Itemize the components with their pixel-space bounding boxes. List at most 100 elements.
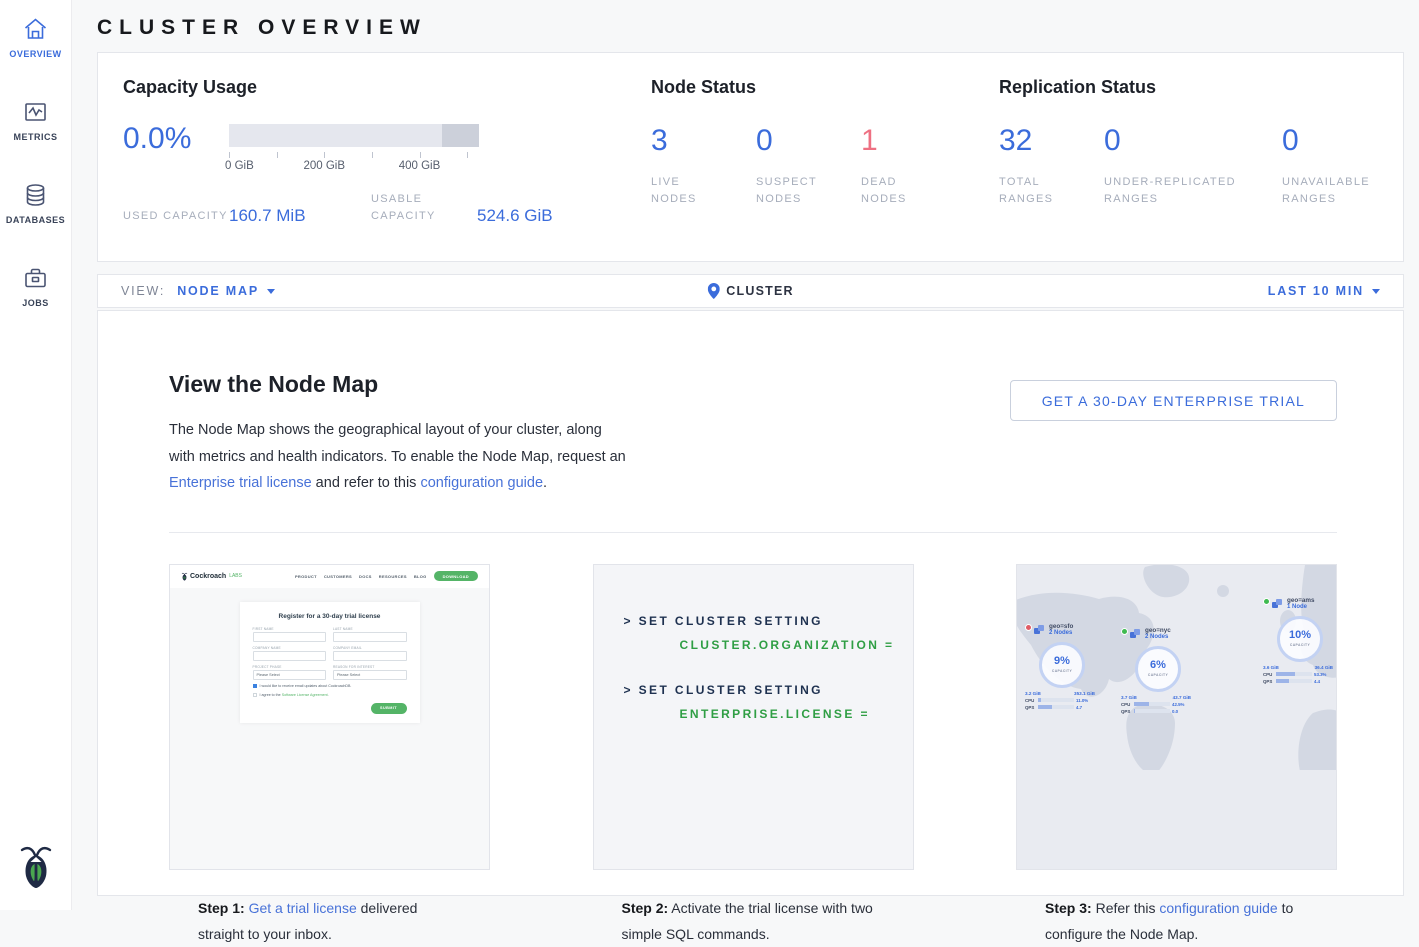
configuration-guide-link[interactable]: configuration guide: [1159, 900, 1277, 916]
sidebar-item-metrics[interactable]: METRICS: [14, 99, 58, 142]
capacity-gauge: 6% CAPACITY: [1135, 646, 1181, 692]
chevron-down-icon: [1372, 289, 1380, 294]
sidebar-item-databases[interactable]: DATABASES: [6, 182, 65, 225]
sidebar-item-label: METRICS: [14, 132, 58, 142]
breadcrumb: CLUSTER: [707, 283, 793, 299]
under-replicated-ranges-value: 0: [1104, 125, 1282, 157]
download-button-thumb: DOWNLOAD: [434, 571, 478, 581]
usable-capacity-label: USABLE CAPACITY: [371, 191, 477, 225]
node-status-section: Node Status 3 LIVE NODES 0 SUSPECT NODES…: [651, 77, 999, 261]
get-trial-license-link[interactable]: Get a trial license: [249, 900, 357, 916]
axis-label: 200 GiB: [303, 160, 345, 172]
status-dot-red: [1025, 624, 1032, 631]
axis-label: 0 GiB: [225, 160, 254, 172]
node-map-description: The Node Map shows the geographical layo…: [169, 417, 631, 497]
time-range-value: LAST 10 MIN: [1268, 284, 1364, 298]
capacity-used-percent: 0.0%: [123, 124, 229, 175]
enterprise-trial-license-link[interactable]: Enterprise trial license: [169, 475, 312, 491]
used-capacity-stat: USED CAPACITY 160.7 MiB: [123, 191, 371, 225]
step-1-caption: Step 1: Get a trial license delivered st…: [170, 869, 489, 947]
breadcrumb-label: CLUSTER: [726, 284, 793, 298]
usable-capacity-stat: USABLE CAPACITY 524.6 GiB: [371, 191, 619, 225]
step-3-card: geo=sfo 2 Nodes 9% CAPACITY 3.2 GiB 353.…: [1016, 564, 1337, 870]
sidebar-item-overview[interactable]: OVERVIEW: [9, 16, 61, 59]
sql-commands-thumbnail: > SET CLUSTER SETTING CLUSTER.ORGANIZATI…: [594, 565, 913, 869]
nodes-cube-icon: [1034, 625, 1045, 635]
step-3-caption: Step 3: Refer this configuration guide t…: [1017, 869, 1336, 947]
capacity-gauge: 10% CAPACITY: [1277, 616, 1323, 662]
jobs-icon: [22, 265, 49, 291]
main-content: CLUSTER OVERVIEW Capacity Usage 0.0%: [72, 0, 1419, 910]
locality-nyc: geo=nyc 2 Nodes 6% CAPACITY 3.7 GiB 43.7: [1121, 627, 1205, 714]
map-pin-icon: [707, 283, 719, 299]
capacity-bar-chart: 0 GiB 200 GiB 400 GiB: [229, 124, 479, 175]
section-divider: [169, 532, 1337, 533]
page-title: CLUSTER OVERVIEW: [97, 16, 1404, 40]
nodes-cube-icon: [1272, 599, 1283, 609]
sidebar-item-label: DATABASES: [6, 215, 65, 225]
capacity-axis-ticks: [229, 151, 479, 160]
capacity-bar-reserved-segment: [442, 124, 480, 147]
locality-ams: geo=ams 1 Node 10% CAPACITY 3.6 GiB 36.4: [1263, 597, 1336, 684]
status-dot-green: [1263, 598, 1270, 605]
capacity-usage-title: Capacity Usage: [123, 77, 651, 98]
node-map-title: View the Node Map: [169, 371, 631, 398]
total-ranges-stat: 32 TOTAL RANGES: [999, 125, 1104, 208]
locality-sfo: geo=sfo 2 Nodes 9% CAPACITY 3.2 GiB 353.…: [1025, 623, 1109, 710]
capacity-gauge: 9% CAPACITY: [1039, 642, 1085, 688]
unavailable-ranges-value: 0: [1282, 125, 1382, 157]
enterprise-trial-button[interactable]: GET A 30-DAY ENTERPRISE TRIAL: [1010, 380, 1337, 421]
live-nodes-stat: 3 LIVE NODES: [651, 125, 756, 208]
unavailable-ranges-label: UNAVAILABLE RANGES: [1282, 174, 1382, 208]
step-2-card: > SET CLUSTER SETTING CLUSTER.ORGANIZATI…: [593, 564, 914, 870]
node-map-thumbnail: geo=sfo 2 Nodes 9% CAPACITY 3.2 GiB 353.…: [1017, 565, 1336, 869]
configuration-guide-link[interactable]: configuration guide: [420, 475, 543, 491]
dead-nodes-stat: 1 DEAD NODES: [861, 125, 966, 208]
used-capacity-label: USED CAPACITY: [123, 208, 229, 225]
replication-status-title: Replication Status: [999, 77, 1403, 98]
step-2-caption: Step 2: Activate the trial license with …: [594, 869, 913, 947]
used-capacity-value: 160.7 MiB: [229, 206, 306, 225]
view-mode-value: NODE MAP: [177, 284, 259, 298]
view-bar: VIEW: NODE MAP CLUSTER LAST 10 MIN: [97, 274, 1404, 308]
cockroach-bug-icon: [181, 572, 188, 581]
description-text: The Node Map shows the geographical layo…: [169, 422, 626, 465]
home-icon: [22, 16, 49, 42]
node-map-panel: View the Node Map The Node Map shows the…: [97, 310, 1404, 896]
suspect-nodes-stat: 0 SUSPECT NODES: [756, 125, 861, 208]
cockroachdb-logo: [17, 843, 55, 894]
under-replicated-ranges-label: UNDER-REPLICATED RANGES: [1104, 174, 1264, 208]
view-label: VIEW:: [121, 284, 165, 298]
suspect-nodes-label: SUSPECT NODES: [756, 174, 828, 208]
sidebar: OVERVIEW METRICS DATABASES JO: [0, 0, 72, 910]
chevron-down-icon: [267, 289, 275, 294]
live-nodes-value: 3: [651, 125, 756, 157]
capacity-axis-labels: 0 GiB 200 GiB 400 GiB: [229, 160, 479, 175]
status-dot-green: [1121, 628, 1128, 635]
trial-registration-form-thumb: Register for a 30-day trial license FIRS…: [240, 602, 420, 723]
node-status-title: Node Status: [651, 77, 999, 98]
axis-label: 400 GiB: [399, 160, 441, 172]
trial-license-website-thumbnail: Cockroach LABS PRODUCT CUSTOMERS DOCS RE…: [170, 565, 489, 869]
live-nodes-label: LIVE NODES: [651, 174, 723, 208]
databases-icon: [22, 182, 49, 208]
sidebar-item-jobs[interactable]: JOBS: [22, 265, 49, 308]
suspect-nodes-value: 0: [756, 125, 861, 157]
dead-nodes-value: 1: [861, 125, 966, 157]
time-range-dropdown[interactable]: LAST 10 MIN: [1268, 284, 1380, 298]
total-ranges-label: TOTAL RANGES: [999, 174, 1069, 208]
sidebar-item-label: OVERVIEW: [9, 49, 61, 59]
app-root: OVERVIEW METRICS DATABASES JO: [0, 0, 1419, 910]
replication-status-section: Replication Status 32 TOTAL RANGES 0 UND…: [999, 77, 1403, 261]
unavailable-ranges-stat: 0 UNAVAILABLE RANGES: [1282, 125, 1382, 208]
view-mode-dropdown[interactable]: NODE MAP: [177, 284, 275, 298]
cockroach-labs-logo: Cockroach LABS: [181, 572, 242, 581]
sidebar-item-label: JOBS: [22, 298, 49, 308]
under-replicated-ranges-stat: 0 UNDER-REPLICATED RANGES: [1104, 125, 1282, 208]
description-text: and refer to this: [312, 475, 421, 491]
total-ranges-value: 32: [999, 125, 1104, 157]
step-1-card: Cockroach LABS PRODUCT CUSTOMERS DOCS RE…: [169, 564, 490, 870]
description-text: .: [543, 475, 547, 491]
capacity-bar: [229, 124, 479, 147]
website-nav: PRODUCT CUSTOMERS DOCS RESOURCES BLOG DO…: [295, 571, 478, 581]
